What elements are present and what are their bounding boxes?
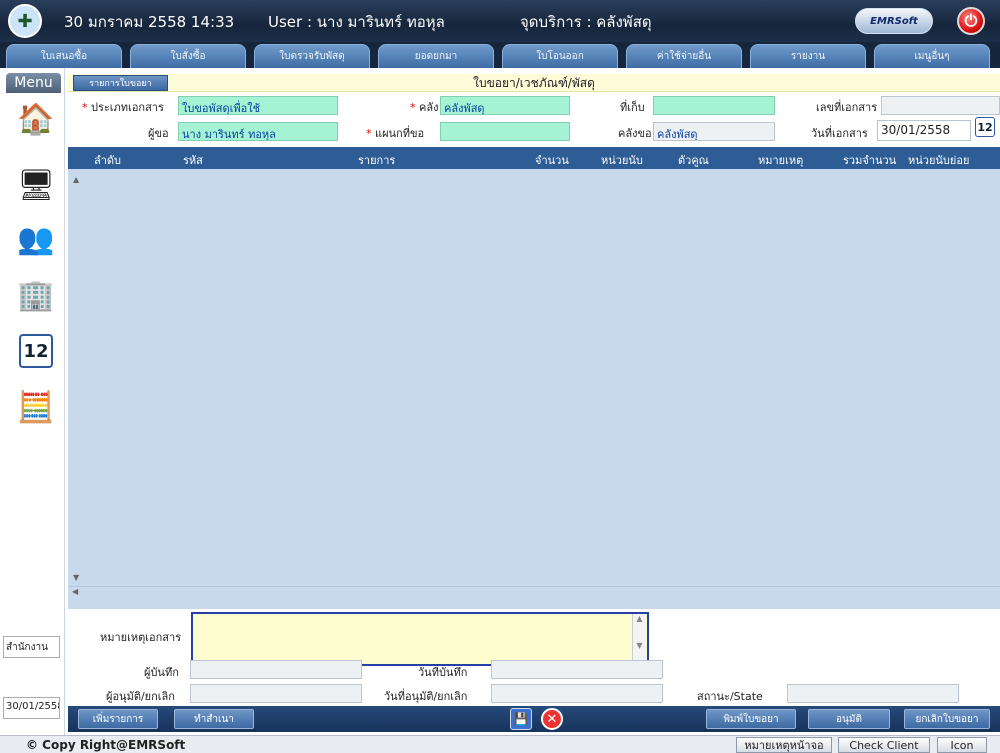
grid-horizontal-scrollbar[interactable]: ◀ (68, 586, 1000, 598)
tab-other-menu[interactable]: เมนูอื่นๆ (874, 44, 990, 68)
doc-no-label: เลขที่เอกสาร (816, 101, 878, 114)
record-date-label: วันที่บันทึก (418, 666, 468, 679)
tab-balance-forward[interactable]: ยอดยกมา (378, 44, 494, 68)
warehouse-field[interactable]: คลังพัสดุ (440, 96, 570, 115)
datetime-label: 30 มกราคม 2558 14:33 (64, 13, 235, 31)
scroll-up-icon[interactable]: ▲ (73, 175, 79, 184)
check-client-button[interactable]: Check Client (838, 737, 930, 753)
sidebar-date-field[interactable]: 30/01/2558 (3, 697, 60, 719)
computer-lock-icon[interactable]: 🖥 (15, 164, 57, 206)
building-icon[interactable]: 🏢 (15, 274, 57, 316)
approver-label: ผู้อนุมัติ/ยกเลิก (106, 690, 175, 703)
print-request-button[interactable]: พิมพ์ใบขอยา (706, 709, 796, 729)
col-item[interactable]: รายการ (358, 151, 395, 169)
office-label: สำนักงาน (3, 636, 60, 658)
copyright-text: © Copy Right@EMRSoft (26, 738, 186, 752)
doc-no-field[interactable] (881, 96, 1000, 115)
req-warehouse-label: คลังขอ (618, 127, 652, 140)
screen-note-button[interactable]: หมายเหตุหน้าจอ (736, 737, 832, 753)
calculator-icon[interactable]: 🧮 (15, 386, 57, 428)
hospital-logo-icon: ✚ (8, 4, 42, 38)
tab-transfer-out[interactable]: ใบโอนออก (502, 44, 618, 68)
warehouse-label: * คลัง (410, 101, 439, 114)
scroll-down-icon[interactable]: ▼ (73, 573, 79, 582)
record-date-field[interactable] (491, 660, 663, 679)
menu-tab[interactable]: Menu (6, 73, 61, 93)
tab-receive-inspection[interactable]: ใบตรวจรับพัสดุ (254, 44, 370, 68)
col-qty[interactable]: จำนวน (535, 151, 569, 169)
col-sub-unit[interactable]: หน่วยนับย่อย (908, 151, 969, 169)
tab-purchase-order[interactable]: ใบสั่งซื้อ (130, 44, 246, 68)
power-icon[interactable]: ⏻ (957, 7, 985, 35)
memo-textarea[interactable] (191, 612, 649, 666)
delete-icon[interactable]: ✕ (541, 708, 563, 730)
approve-button[interactable]: อนุมัติ (808, 709, 890, 729)
dept-field[interactable] (440, 122, 570, 141)
add-item-button[interactable]: เพิ่มรายการ (78, 709, 158, 729)
grid-body[interactable]: ▲ ▼ ◀ (68, 169, 1000, 609)
copy-document-button[interactable]: ทำสำเนา (174, 709, 254, 729)
users-icon[interactable]: 👥 (15, 218, 57, 260)
home-icon[interactable]: 🏠 (15, 98, 57, 140)
recorder-label: ผู้บันทึก (144, 666, 179, 679)
service-point-label: จุดบริการ : คลังพัสดุ (520, 13, 652, 31)
col-code[interactable]: รหัส (183, 151, 203, 169)
scroll-left-icon[interactable]: ◀ (72, 587, 78, 596)
approve-date-field[interactable] (491, 684, 663, 703)
approver-field[interactable] (190, 684, 362, 703)
col-total-qty[interactable]: รวมจำนวน (843, 151, 896, 169)
req-warehouse-field[interactable]: คลังพัสดุ (653, 122, 775, 141)
status-bar: © Copy Right@EMRSoft หมายเหตุหน้าจอ Chec… (0, 735, 1000, 753)
cancel-request-button[interactable]: ยกเลิกใบขอยา (904, 709, 990, 729)
approve-date-label: วันที่อนุมัติ/ยกเลิก (384, 690, 468, 703)
icon-button[interactable]: Icon (937, 737, 987, 753)
user-label: User : นาง มารินทร์ ทอหุล (268, 13, 445, 31)
col-note[interactable]: หมายเหตุ (758, 151, 803, 169)
calendar-icon[interactable]: 12 (15, 330, 57, 372)
tab-report[interactable]: รายงาน (750, 44, 866, 68)
app-window: ✚ 30 มกราคม 2558 14:33 User : นาง มารินท… (0, 0, 1000, 753)
doc-type-field[interactable]: ใบขอพัสดุเพื่อใช้ (178, 96, 338, 115)
action-bar: เพิ่มรายการ ทำสำเนา 💾 ✕ พิมพ์ใบขอยา อนุม… (68, 706, 1000, 732)
top-bar: ✚ 30 มกราคม 2558 14:33 User : นาง มารินท… (0, 0, 1000, 42)
col-multiplier[interactable]: ตัวคูณ (678, 151, 709, 169)
storage-label: ที่เก็บ (620, 101, 645, 114)
tab-purchase-proposal[interactable]: ใบเสนอซื้อ (6, 44, 122, 68)
doc-type-label: * ประเภทเอกสาร (82, 101, 164, 114)
request-list-button[interactable]: รายการใบขอยา (73, 75, 168, 91)
sidebar: Menu 🏠 🖥 👥 🏢 12 🧮 สำนักงาน 30/01/2558 (0, 68, 65, 753)
col-unit[interactable]: หน่วยนับ (601, 151, 643, 169)
grid-header: ลำดับ รหัส รายการ จำนวน หน่วยนับ ตัวคูณ … (68, 147, 1000, 169)
memo-scrollbar[interactable]: ▲ ▼ (632, 614, 646, 664)
memo-label: หมายเหตุเอกสาร (100, 631, 182, 644)
tab-other-expense[interactable]: ค่าใช้จ่ายอื่น (626, 44, 742, 68)
state-field[interactable] (787, 684, 959, 703)
storage-field[interactable] (653, 96, 775, 115)
brand-logo: EMRSoft (855, 8, 933, 34)
grid-vertical-scrollbar[interactable]: ▲ ▼ (68, 169, 84, 599)
main-tabs: ใบเสนอซื้อ ใบสั่งซื้อ ใบตรวจรับพัสดุ ยอด… (0, 42, 1000, 68)
col-seq[interactable]: ลำดับ (94, 151, 121, 169)
save-icon[interactable]: 💾 (510, 708, 532, 730)
requester-field[interactable]: นาง มารินทร์ ทอหุล (178, 122, 338, 141)
doc-date-field[interactable]: 30/01/2558 (877, 120, 971, 141)
page-title: ใบขอยา/เวชภัณฑ์/พัสดุ (68, 74, 1000, 92)
state-label: สถานะ/State (697, 690, 763, 703)
recorder-field[interactable] (190, 660, 362, 679)
doc-date-calendar-icon[interactable]: 12 (975, 117, 995, 137)
doc-date-label: วันที่เอกสาร (811, 127, 868, 140)
dept-label: * แผนกที่ขอ (366, 127, 425, 140)
requester-label: ผู้ขอ (148, 127, 169, 140)
